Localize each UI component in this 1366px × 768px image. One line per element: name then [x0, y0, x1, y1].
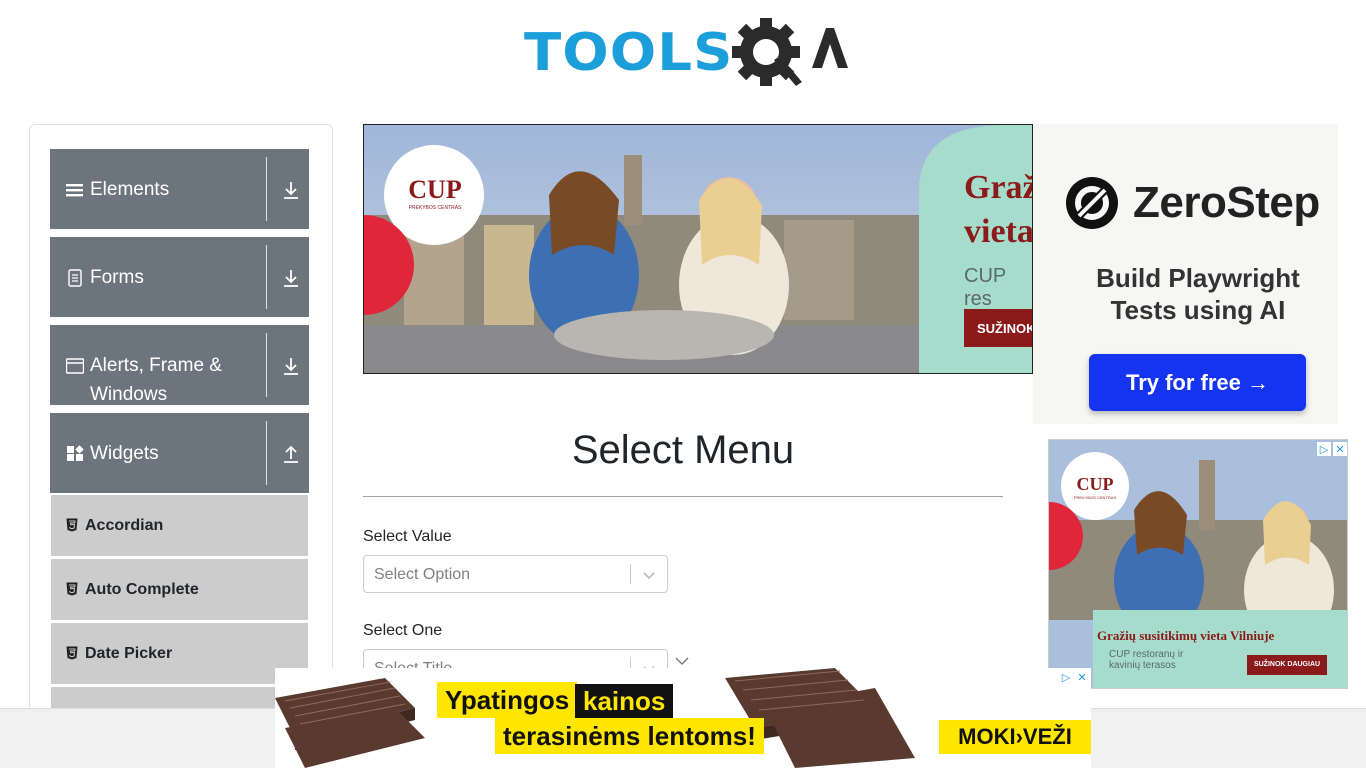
ad-headline: vieta [964, 213, 1033, 250]
cup-side-ad[interactable]: ▷ ✕ CUP PREKYBOS CENTRAS Gražių susitiki… [1048, 439, 1348, 689]
page: { "header": { "logo_text": "TOOLSQA" }, … [0, 0, 1366, 768]
sidebar-item-label: Accordian [85, 517, 164, 534]
sidebar-item-auto-complete[interactable]: Auto Complete [51, 559, 308, 621]
ad-text: kainos [575, 684, 674, 718]
ad-headline: Gražių susitikimų vieta Vilniuje [1097, 628, 1275, 643]
sidebar-group-alerts[interactable]: Alerts, Frame & Windows [50, 325, 309, 405]
html5-icon [66, 646, 78, 660]
ad-text: Ypatingos [437, 682, 578, 718]
sidebar-group-label: Alerts, Frame & Windows [90, 355, 222, 405]
sidebar-group-label: Forms [90, 267, 144, 288]
divider [266, 245, 267, 309]
ad-subtext: kavinių terasos [1109, 660, 1176, 671]
select-value-dropdown[interactable]: Select Option [363, 555, 668, 593]
window-icon [66, 358, 84, 374]
cup-logo: CUP [1076, 474, 1114, 494]
ad-subtext: CUP restoranų ir [1109, 649, 1184, 660]
download-icon[interactable] [282, 355, 300, 377]
divider [630, 564, 631, 584]
cup-logo-sub: PREKYBOS CENTRAS [408, 205, 462, 211]
zerostep-tagline: Build Playwright Tests using AI [1033, 262, 1338, 326]
document-icon [68, 269, 82, 287]
divider [266, 157, 267, 221]
cup-logo-sub: PREKYBOS CENTRAS [1073, 495, 1117, 500]
adchoices-icon[interactable]: ▷ [1059, 670, 1073, 684]
toolsqa-logo[interactable]: TOOLS [524, 14, 848, 92]
list-icon [66, 184, 83, 197]
zerostep-tagline-line: Tests using AI [1110, 295, 1286, 325]
ad-subtext: CUP res [964, 265, 1006, 310]
ad-photo [364, 125, 1032, 373]
sidebar-item-label: Auto Complete [85, 581, 199, 598]
sidebar-group-label: Elements [90, 179, 170, 200]
upload-icon[interactable] [282, 443, 300, 465]
zerostep-ad[interactable]: ZeroStep Build Playwright Tests using AI… [1033, 124, 1338, 424]
try-for-free-button[interactable]: Try for free → [1089, 354, 1306, 411]
divider [266, 421, 267, 485]
sidebar-group-forms[interactable]: Forms [50, 237, 309, 317]
chevron-down-icon[interactable] [674, 654, 690, 668]
widgets-icon [67, 445, 84, 461]
cup-banner-ad[interactable]: CUP PREKYBOS CENTRAS Graž vieta CUP res … [363, 124, 1033, 374]
logo-gear-qa-icon [732, 18, 848, 86]
sidebar-group-label: Widgets [90, 443, 159, 464]
select-one-label: Select One [363, 622, 443, 639]
close-ad-icon[interactable]: ✕ [1075, 670, 1089, 684]
ad-brand: MOKI›VEŽI [939, 720, 1091, 754]
title-divider [363, 496, 1003, 497]
sidebar-item-label: Date Picker [85, 645, 173, 662]
decking-bottom-ad[interactable]: Ypatingos kainos terasinėms lentoms! MOK… [275, 668, 1091, 768]
sidebar-item-date-picker[interactable]: Date Picker [51, 623, 308, 685]
select-placeholder: Select Option [374, 566, 471, 583]
zerostep-logo-icon [1066, 177, 1118, 229]
sidebar-group-elements[interactable]: Elements [50, 149, 309, 229]
download-icon[interactable] [282, 179, 300, 201]
ad-button[interactable]: SUŽINOK DAUGIAU [1247, 655, 1327, 675]
adchoices-icon[interactable]: ▷ [1317, 442, 1331, 456]
ad-text: terasinėms lentoms! [495, 718, 764, 754]
cup-logo: CUP [408, 175, 462, 204]
ad-headline: Graž [964, 169, 1033, 206]
logo-text: TOOLS [524, 23, 734, 83]
ad-button[interactable]: SUŽINOK [964, 309, 1032, 347]
zerostep-name: ZeroStep [1133, 178, 1320, 227]
html5-icon [66, 518, 78, 532]
divider [266, 333, 267, 397]
html5-icon [66, 582, 78, 596]
select-value-label: Select Value [363, 528, 452, 545]
sidebar-item-accordian[interactable]: Accordian [51, 495, 308, 557]
chevron-down-icon[interactable] [640, 566, 658, 584]
sidebar-group-widgets[interactable]: Widgets [50, 413, 309, 493]
zerostep-tagline-line: Build Playwright [1096, 263, 1300, 293]
download-icon[interactable] [282, 267, 300, 289]
close-ad-icon[interactable]: ✕ [1333, 442, 1347, 456]
zerostep-brand: ZeroStep [1065, 176, 1320, 230]
page-title: Select Menu [571, 428, 795, 472]
sidebar: Elements Forms Alerts, Frame & Windows W… [29, 124, 333, 744]
